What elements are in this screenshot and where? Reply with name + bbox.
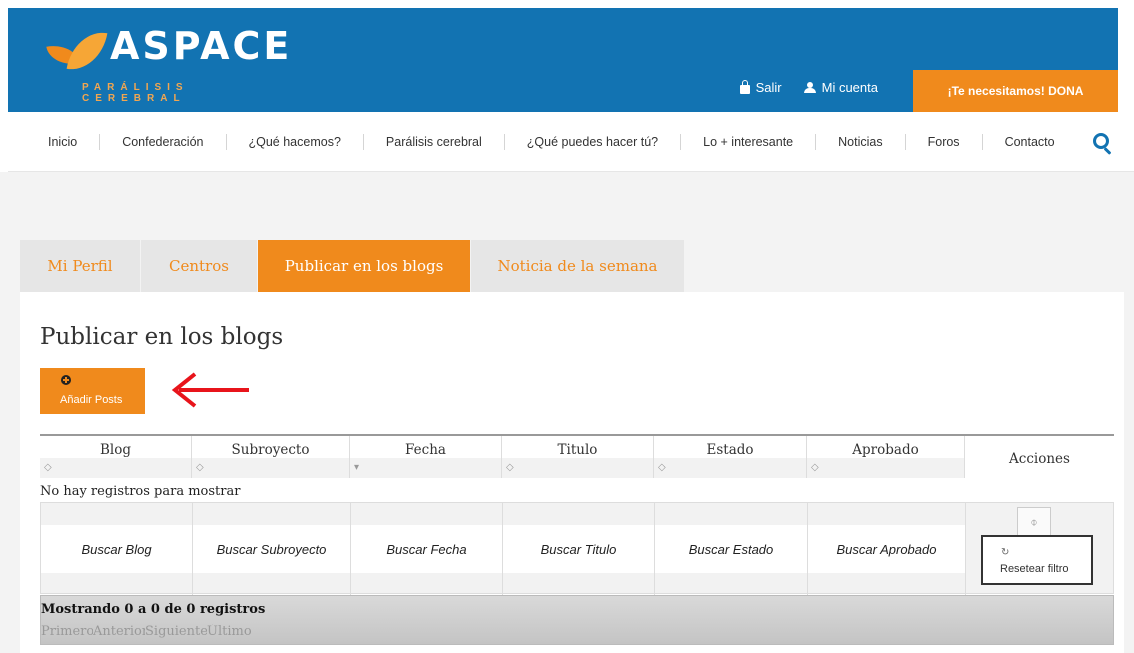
account-link[interactable]: Mi cuenta (803, 80, 878, 95)
filter-titulo-input[interactable]: Buscar Titulo (503, 525, 654, 573)
pager-last[interactable]: Último (207, 624, 257, 639)
nav-item-paralisis-cerebral[interactable]: Parálisis cerebral (364, 134, 505, 150)
search-icon[interactable] (1093, 133, 1109, 149)
main-nav: Inicio Confederación ¿Qué hacemos? Parál… (8, 112, 1134, 172)
filter-aprobado-input[interactable]: Buscar Aprobado (808, 525, 965, 573)
page-title: Publicar en los blogs (40, 324, 284, 350)
user-icon (803, 82, 816, 93)
filter-estado-input[interactable]: Buscar Estado (655, 525, 807, 573)
sort-icon[interactable]: ◇ (44, 462, 52, 473)
nav-item-inicio[interactable]: Inicio (8, 134, 101, 150)
column-header-fecha[interactable]: Fecha ▾ (350, 436, 502, 478)
logo-name: ASPACE (110, 24, 293, 68)
logout-link[interactable]: Salir (739, 79, 782, 95)
logo-leaf-icon (66, 27, 108, 75)
sort-icon[interactable]: ◇ (811, 462, 819, 473)
nav-item-noticias[interactable]: Noticias (816, 134, 906, 150)
account-label: Mi cuenta (821, 80, 878, 95)
tab-noticia-semana[interactable]: Noticia de la semana (471, 240, 685, 292)
nav-item-lo-interesante[interactable]: Lo + interesante (681, 134, 817, 150)
reset-filter-label: Resetear filtro (1000, 563, 1069, 575)
refresh-icon-button[interactable]: ⌽ (1017, 507, 1051, 537)
nav-item-que-hacemos[interactable]: ¿Qué hacemos? (227, 134, 364, 150)
reset-filter-button[interactable]: ↻ Resetear filtro (981, 535, 1093, 585)
pagination: Primero Anterior Siguiente Último (41, 624, 257, 639)
add-posts-label: Añadir Posts (60, 394, 123, 406)
sort-icon[interactable]: ◇ (658, 462, 666, 473)
column-header-blog[interactable]: Blog ◇ (40, 436, 192, 478)
pager-previous[interactable]: Anterior (93, 624, 145, 639)
column-header-aprobado[interactable]: Aprobado ◇ (807, 436, 965, 478)
pager-next[interactable]: Siguiente (145, 624, 207, 639)
empty-table-message: No hay registros para mostrar (40, 484, 241, 499)
pager-first[interactable]: Primero (41, 624, 93, 639)
column-header-acciones: Acciones (1009, 451, 1070, 467)
add-posts-button[interactable]: Añadir Posts (40, 368, 145, 414)
filter-blog-input[interactable]: Buscar Blog (41, 525, 192, 573)
sort-icon[interactable]: ◇ (196, 462, 204, 473)
filter-fecha-input[interactable]: Buscar Fecha (351, 525, 502, 573)
blog-posts-panel: Publicar en los blogs Añadir Posts Blog … (20, 292, 1124, 653)
filter-row: Buscar Blog Buscar Subroyecto Buscar Fec… (40, 502, 1114, 595)
table-footer: Mostrando 0 a 0 de 0 registros Primero A… (40, 595, 1114, 645)
account-links: Salir Mi cuenta (739, 79, 878, 95)
donate-button[interactable]: ¡Te necesitamos! DONA (913, 70, 1118, 112)
table-header: Blog ◇ Subroyecto ◇ Fecha ▾ Titulo ◇ Est… (40, 434, 1114, 478)
sort-desc-icon[interactable]: ▾ (354, 462, 359, 473)
tab-mi-perfil[interactable]: Mi Perfil (20, 240, 141, 292)
nav-item-que-puedes-hacer[interactable]: ¿Qué puedes hacer tú? (505, 134, 682, 150)
nav-item-contacto[interactable]: Contacto (983, 134, 1077, 150)
profile-tabs: Mi Perfil Centros Publicar en los blogs … (20, 240, 685, 292)
logout-label: Salir (755, 80, 782, 95)
refresh-icon: ↻ (1001, 547, 1010, 558)
nav-item-foros[interactable]: Foros (906, 134, 983, 150)
tab-centros[interactable]: Centros (141, 240, 258, 292)
filter-subroyecto-input[interactable]: Buscar Subroyecto (193, 525, 350, 573)
logo-tagline: PARÁLISIS CEREBRAL (82, 82, 189, 104)
column-header-titulo[interactable]: Titulo ◇ (502, 436, 654, 478)
nav-item-confederacion[interactable]: Confederación (100, 134, 227, 150)
sort-icon[interactable]: ◇ (506, 462, 514, 473)
column-header-estado[interactable]: Estado ◇ (654, 436, 807, 478)
site-header: ASPACE PARÁLISIS CEREBRAL Salir Mi cuent… (8, 8, 1118, 112)
tab-publicar-blogs[interactable]: Publicar en los blogs (258, 240, 471, 292)
red-arrow-annotation-icon (171, 372, 249, 408)
column-header-subroyecto[interactable]: Subroyecto ◇ (192, 436, 350, 478)
lock-icon (739, 79, 750, 94)
records-info: Mostrando 0 a 0 de 0 registros (41, 602, 266, 617)
plus-circle-icon (61, 375, 71, 385)
aspace-logo[interactable]: ASPACE PARÁLISIS CEREBRAL (30, 18, 293, 104)
